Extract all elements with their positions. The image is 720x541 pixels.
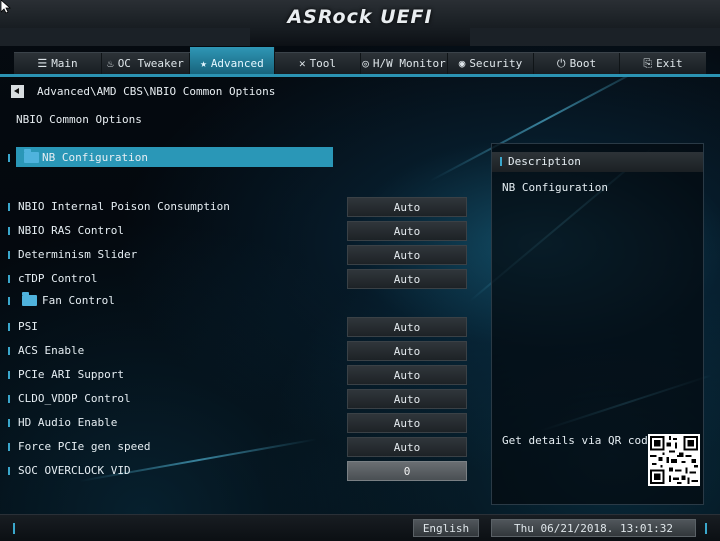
row-marker — [8, 251, 10, 259]
row-marker — [8, 395, 10, 403]
value-button[interactable]: Auto — [347, 365, 467, 385]
asrock-uefi-logo: ASRock UEFI — [287, 6, 433, 28]
setting-label: Force PCIe gen speed — [18, 440, 151, 453]
row-marker — [8, 371, 10, 379]
back-button[interactable] — [11, 85, 24, 98]
row-marker — [8, 154, 10, 162]
value-button[interactable]: Auto — [347, 413, 467, 433]
tab-oc-tweaker[interactable]: ♨ OC Tweaker — [102, 53, 190, 75]
setting-psi: PSI Auto — [0, 317, 480, 337]
setting-label: NBIO Internal Poison Consumption — [18, 200, 230, 213]
setting-determinism-slider: Determinism Slider Auto — [0, 245, 480, 265]
setting-label: NBIO RAS Control — [18, 224, 124, 237]
tab-hw-monitor[interactable]: ◎ H/W Monitor — [361, 53, 448, 75]
flame-icon: ♨ — [107, 57, 114, 70]
value-button[interactable]: Auto — [347, 269, 467, 289]
exit-icon: ⎘ — [643, 57, 653, 70]
footer-marker — [13, 523, 15, 534]
setting-fan-control[interactable]: Fan Control — [0, 291, 480, 311]
footer-marker — [705, 523, 707, 534]
value-button[interactable]: Auto — [347, 245, 467, 265]
value-button[interactable]: Auto — [347, 221, 467, 241]
setting-label: ACS Enable — [18, 344, 85, 357]
setting-ctdp-control: cTDP Control Auto — [0, 269, 480, 289]
page-title: NBIO Common Options — [16, 113, 142, 126]
shield-icon: ◉ — [458, 57, 466, 70]
setting-soc-overclock-vid: SOC OVERCLOCK VID 0 — [0, 461, 480, 481]
tools-icon: ✕ — [298, 57, 306, 70]
setting-acs-enable: ACS Enable Auto — [0, 341, 480, 361]
list-icon: ☰ — [37, 57, 48, 70]
value-button[interactable]: Auto — [347, 341, 467, 361]
setting-cldo-vddp-control: CLDO_VDDP Control Auto — [0, 389, 480, 409]
folder-icon — [22, 292, 37, 306]
row-marker — [8, 227, 10, 235]
folder-icon — [24, 149, 39, 163]
description-header: Description — [492, 152, 703, 172]
tab-boot[interactable]: ⏻ Boot — [534, 53, 620, 75]
breadcrumb: Advanced\AMD CBS\NBIO Common Options — [37, 85, 276, 98]
row-marker — [8, 203, 10, 211]
tab-security[interactable]: ◉ Security — [448, 53, 534, 75]
value-button[interactable]: Auto — [347, 437, 467, 457]
header-wing-left — [0, 28, 250, 46]
tab-underline — [0, 74, 720, 77]
qr-code-icon — [648, 434, 700, 486]
row-marker — [8, 443, 10, 451]
setting-nbio-internal-poison-consumption: NBIO Internal Poison Consumption Auto — [0, 197, 480, 217]
header-bar: ASRock UEFI — [0, 0, 720, 46]
description-text: NB Configuration — [502, 181, 608, 194]
value-button[interactable]: Auto — [347, 317, 467, 337]
datetime-display: Thu 06/21/2018. 13:01:32 — [491, 519, 696, 537]
setting-label: NB Configuration — [42, 151, 148, 164]
tab-main[interactable]: ☰ Main — [14, 53, 102, 75]
mouse-cursor-icon — [1, 0, 11, 14]
setting-label: Determinism Slider — [18, 248, 138, 261]
setting-nb-configuration[interactable]: NB Configuration — [0, 147, 480, 168]
value-button[interactable]: Auto — [347, 197, 467, 217]
setting-label: SOC OVERCLOCK VID — [18, 464, 131, 477]
description-panel: Description NB Configuration Get details… — [491, 143, 704, 505]
setting-hd-audio-enable: HD Audio Enable Auto — [0, 413, 480, 433]
value-input[interactable]: 0 — [347, 461, 467, 481]
setting-label: cTDP Control — [18, 272, 98, 285]
setting-label: HD Audio Enable — [18, 416, 118, 429]
tab-advanced[interactable]: ★ Advanced — [190, 47, 275, 75]
description-title: Description — [508, 155, 581, 168]
row-marker — [8, 419, 10, 427]
qr-caption: Get details via QR code — [502, 434, 655, 447]
row-marker — [8, 323, 10, 331]
footer-bar: English Thu 06/21/2018. 13:01:32 — [0, 514, 720, 541]
tab-tool[interactable]: ✕ Tool — [275, 53, 361, 75]
value-button[interactable]: Auto — [347, 389, 467, 409]
header-wing-right — [470, 28, 720, 46]
setting-force-pcie-gen-speed: Force PCIe gen speed Auto — [0, 437, 480, 457]
tab-exit[interactable]: ⎘ Exit — [620, 53, 706, 75]
main-tab-bar: ☰ Main ♨ OC Tweaker ★ Advanced ✕ Tool ◎ H/W M… — [14, 47, 706, 76]
setting-label: PCIe ARI Support — [18, 368, 124, 381]
header-marker — [500, 157, 502, 166]
setting-label: PSI — [18, 320, 38, 333]
row-marker — [8, 347, 10, 355]
monitor-icon: ◎ — [362, 57, 369, 70]
setting-pcie-ari-support: PCIe ARI Support Auto — [0, 365, 480, 385]
power-icon: ⏻ — [556, 57, 566, 70]
row-marker — [8, 275, 10, 283]
setting-label: Fan Control — [42, 294, 115, 307]
row-marker — [8, 297, 10, 305]
setting-label: CLDO_VDDP Control — [18, 392, 131, 405]
setting-nbio-ras-control: NBIO RAS Control Auto — [0, 221, 480, 241]
language-button[interactable]: English — [413, 519, 479, 537]
row-marker — [8, 467, 10, 475]
